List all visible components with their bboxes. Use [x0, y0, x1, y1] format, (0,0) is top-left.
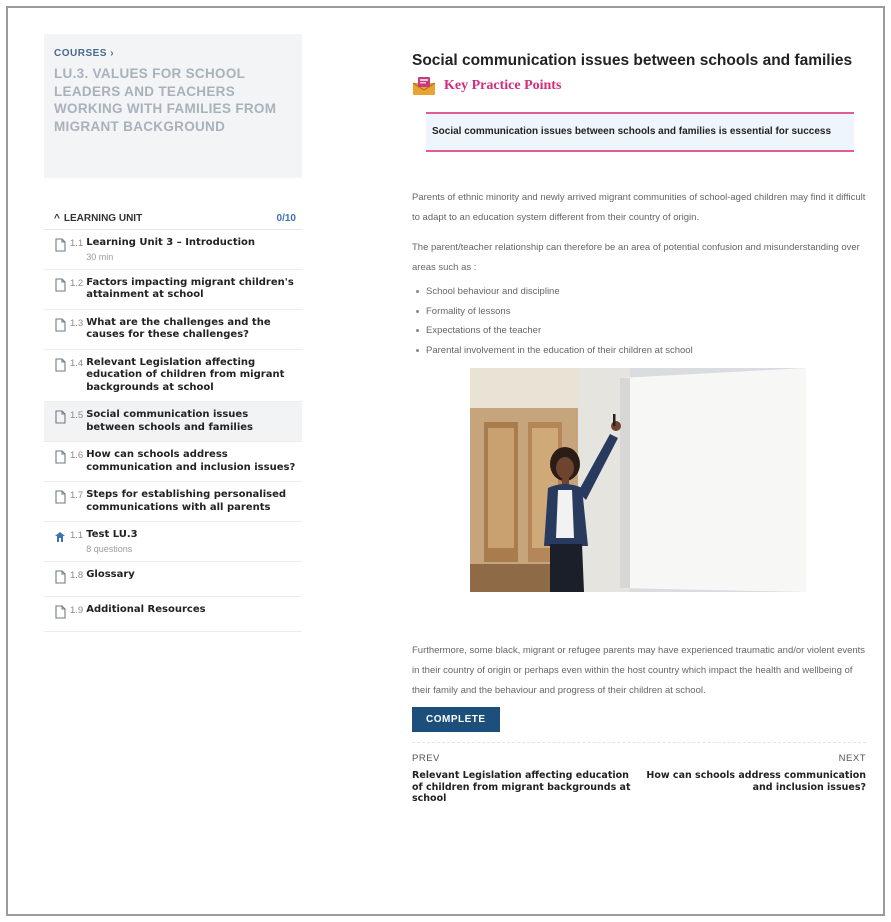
document-icon: [54, 409, 70, 429]
lesson-meta: 8 questions: [86, 543, 133, 554]
lesson-number: 1.1: [70, 238, 84, 249]
teacher-at-whiteboard-image: [470, 368, 806, 592]
next-label: NEXT: [838, 753, 866, 764]
learning-unit-progress: 0/10: [276, 213, 296, 224]
document-icon: [54, 317, 70, 337]
lesson-item[interactable]: 1.8 Glossary: [44, 562, 302, 597]
course-title: LU.3. VALUES FOR SCHOOL LEADERS AND TEAC…: [54, 66, 277, 134]
next-lesson-title[interactable]: How can schools address communication an…: [646, 770, 866, 793]
lesson-item[interactable]: 1.3 What are the challenges and the cause…: [44, 310, 302, 350]
lesson-item[interactable]: 1.4 Relevant Legislation affecting educat…: [44, 350, 302, 402]
lesson-title[interactable]: Social communication issues between scho…: [86, 409, 296, 434]
lesson-content: Social communication issues between scho…: [412, 50, 866, 805]
document-icon: [54, 604, 70, 624]
chevron-right-icon: ›: [110, 48, 115, 59]
key-practice-points: Key Practice Points: [412, 76, 866, 96]
lesson-number: 1.8: [70, 569, 84, 581]
lesson-number: 1.2: [70, 277, 84, 289]
lesson-title[interactable]: Steps for establishing personalised comm…: [86, 489, 296, 514]
bullet-item: Expectations of the teacher: [412, 321, 866, 341]
document-icon: [54, 489, 70, 509]
lesson-item[interactable]: 1.6 How can schools address communication…: [44, 442, 302, 482]
next-lesson-link[interactable]: NEXT How can schools address communicati…: [646, 753, 866, 805]
quiz-icon: [54, 529, 70, 549]
bullet-list: School behaviour and discipline Formality…: [412, 282, 866, 360]
lesson-item[interactable]: 1.9 Additional Resources: [44, 597, 302, 632]
paragraph-trauma: Furthermore, some black, migrant or refu…: [412, 645, 866, 696]
course-sidebar: COURSES › LU.3. VALUES FOR SCHOOL LEADER…: [44, 34, 302, 632]
course-header: COURSES › LU.3. VALUES FOR SCHOOL LEADER…: [44, 34, 302, 178]
lesson-number: 1.1: [70, 530, 84, 541]
paragraph-intro: Parents of ethnic minority and newly arr…: [412, 192, 866, 223]
learning-unit-header[interactable]: ^ LEARNING UNIT 0/10: [44, 208, 302, 230]
lesson-title[interactable]: Glossary: [86, 569, 296, 582]
page-title: Social communication issues between scho…: [412, 52, 853, 69]
lesson-item[interactable]: 1.5 Social communication issues between s…: [44, 402, 302, 442]
lesson-meta: 30 min: [86, 251, 114, 262]
lesson-number: 1.9: [70, 604, 84, 616]
prev-lesson-title[interactable]: Relevant Legislation affecting education…: [412, 770, 632, 805]
lesson-title[interactable]: What are the challenges and the causes f…: [86, 317, 296, 342]
lesson-title[interactable]: Additional Resources: [86, 604, 296, 617]
document-icon: [54, 237, 70, 257]
lesson-title[interactable]: Test LU.3: [86, 529, 296, 542]
paragraph-relationship: The parent/teacher relationship can ther…: [412, 242, 860, 273]
lesson-title[interactable]: Learning Unit 3 – Introduction: [86, 237, 296, 250]
envelope-icon: [412, 77, 436, 95]
chevron-up-icon[interactable]: ^: [54, 213, 60, 224]
lesson-number: 1.6: [70, 450, 84, 461]
lesson-number: 1.3: [70, 317, 84, 329]
prev-label: PREV: [412, 753, 440, 764]
lesson-item[interactable]: 1.2 Factors impacting migrant children's …: [44, 270, 302, 310]
learning-unit-label: LEARNING UNIT: [63, 213, 143, 224]
bullet-item: School behaviour and discipline: [412, 282, 866, 302]
lesson-number: 1.5: [70, 410, 84, 421]
document-icon: [54, 357, 70, 377]
breadcrumb[interactable]: COURSES ›: [54, 48, 292, 59]
document-icon: [54, 277, 70, 297]
lesson-number: 1.7: [70, 490, 84, 501]
key-practice-points-label: Key Practice Points: [444, 78, 562, 93]
callout-box: Social communication issues between scho…: [426, 112, 854, 152]
lesson-item[interactable]: 1.1 Test LU.3 8 questions: [44, 522, 302, 562]
bullet-item: Formality of lessons: [412, 302, 866, 322]
lesson-title[interactable]: How can schools address communication an…: [86, 449, 296, 474]
lesson-item[interactable]: 1.1 Learning Unit 3 – Introduction 30 min: [44, 230, 302, 270]
lesson-number: 1.4: [70, 357, 84, 369]
lesson-title[interactable]: Factors impacting migrant children's att…: [86, 277, 296, 302]
page-frame: COURSES › LU.3. VALUES FOR SCHOOL LEADER…: [6, 6, 885, 916]
lesson-list: 1.1 Learning Unit 3 – Introduction 30 min 1…: [44, 230, 302, 632]
prev-lesson-link[interactable]: PREV Relevant Legislation affecting educ…: [412, 753, 632, 805]
bullet-item: Parental involvement in the education of…: [412, 341, 866, 361]
lesson-item[interactable]: 1.7 Steps for establishing personalised c…: [44, 482, 302, 522]
document-icon: [54, 569, 70, 589]
lesson-navigation: PREV Relevant Legislation affecting educ…: [412, 742, 866, 805]
document-icon: [54, 449, 70, 469]
lesson-title[interactable]: Relevant Legislation affecting education…: [86, 357, 296, 395]
complete-button[interactable]: COMPLETE: [412, 707, 500, 732]
breadcrumb-courses[interactable]: COURSES: [54, 48, 107, 59]
